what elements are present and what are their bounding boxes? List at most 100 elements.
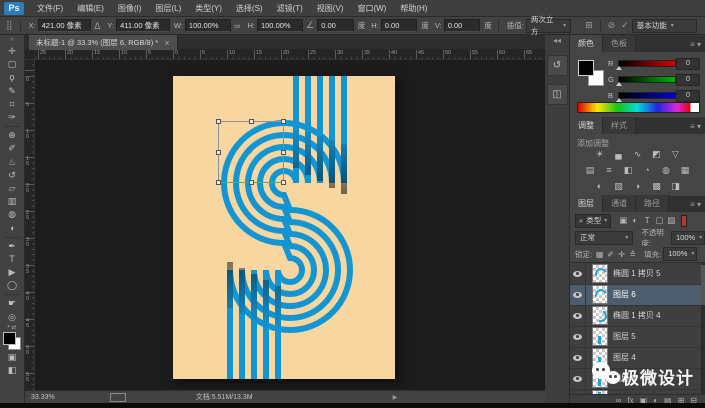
layer-row[interactable]: 椭圆 1 拷贝 5 — [570, 263, 705, 285]
vibrance-icon[interactable]: ▽ — [669, 148, 682, 160]
selective-color-icon[interactable]: ◨ — [669, 180, 682, 192]
zoom-percentage-field[interactable]: 33.33% — [31, 394, 55, 401]
menu-item[interactable]: 窗口(W) — [350, 1, 393, 16]
warp-mode-button[interactable]: ⊞ — [585, 20, 593, 31]
color-swatches[interactable] — [578, 60, 604, 86]
menu-item[interactable]: 滤镜(T) — [270, 1, 310, 16]
default-swap-colors[interactable]: ▪ ⇄ — [7, 324, 16, 331]
default-colors-icon[interactable]: ▪ — [7, 324, 9, 330]
horizontal-ruler[interactable]: 25 20 15 10 5 0 5 10 15 20 25 30 35 40 45 50 55 60 65 — [35, 50, 545, 60]
canvas-area[interactable]: + — [35, 60, 545, 390]
transform-handle-top-right[interactable] — [281, 119, 286, 124]
layer-row[interactable]: 椭圆 1 拷贝 4 — [570, 305, 705, 327]
vskew-input[interactable]: 0.00 — [443, 19, 481, 32]
channel-mixer-icon[interactable]: ◍ — [660, 164, 673, 176]
layers-scrollbar[interactable] — [701, 263, 705, 394]
menu-item[interactable]: 视图(V) — [310, 1, 351, 16]
clone-stamp-tool[interactable]: ♨ — [2, 156, 23, 169]
layer-row[interactable]: 图层 6 — [570, 284, 705, 306]
tab-inactive[interactable]: 通道 — [603, 195, 636, 212]
brush-tool[interactable]: ✐ — [2, 142, 23, 155]
tab-active[interactable]: 图层 — [570, 195, 603, 212]
menu-item[interactable]: 帮助(H) — [393, 1, 434, 16]
quick-mask-tool[interactable]: ▣ — [2, 351, 23, 364]
blend-mode-dropdown[interactable]: 正常 ▾ — [575, 230, 634, 245]
layer-visibility-cell[interactable] — [570, 263, 586, 284]
layer-name[interactable]: 图层 3 — [613, 373, 636, 384]
menu-item[interactable]: 编辑(E) — [70, 1, 111, 16]
ruler-origin-corner[interactable] — [25, 50, 35, 60]
layer-visibility-cell[interactable] — [570, 305, 586, 326]
panel-menu-icon[interactable]: ≡ ▾ — [686, 197, 705, 212]
color-spectrum-ramp[interactable] — [577, 102, 700, 113]
eye-icon[interactable] — [573, 291, 582, 298]
color-balance-icon[interactable]: ≡ — [603, 164, 616, 176]
channel-slider-track[interactable] — [618, 76, 676, 83]
transform-handle-bottom[interactable] — [248, 180, 254, 185]
history-brush-tool[interactable]: ↺ — [2, 169, 23, 182]
dodge-tool[interactable]: ◖ — [2, 221, 23, 234]
gradient-map-icon[interactable]: ▩ — [650, 180, 663, 192]
color-lookup-icon[interactable]: ▦ — [679, 164, 692, 176]
transform-handle-right[interactable] — [281, 149, 286, 155]
lock-transparency-icon[interactable]: ▦ — [594, 250, 605, 259]
lock-position-icon[interactable]: ✛ — [616, 250, 627, 259]
curves-icon[interactable]: ∿ — [631, 148, 644, 160]
tab-inactive[interactable]: 色板 — [603, 35, 636, 52]
eye-icon[interactable] — [573, 312, 582, 319]
layer-row[interactable]: 图层 4 — [570, 347, 705, 369]
tab-active[interactable]: 调整 — [570, 117, 603, 134]
marquee-tool[interactable]: ▢ — [2, 58, 23, 71]
lock-all-icon[interactable]: ≙ — [627, 250, 638, 259]
layer-thumbnail[interactable] — [592, 306, 609, 325]
menu-item[interactable]: 文件(F) — [30, 1, 70, 16]
transform-handle-bottom-left[interactable] — [216, 180, 221, 185]
filter-pixel-layers-icon[interactable]: ▣ — [617, 215, 629, 226]
cancel-transform-button[interactable]: ⊘ — [608, 20, 616, 31]
channel-slider-track[interactable] — [618, 60, 676, 67]
layer-thumbnail[interactable] — [592, 264, 609, 283]
hand-tool[interactable]: ☛ — [2, 297, 23, 310]
filter-shape-layers-icon[interactable]: ▢ — [653, 215, 665, 226]
foreground-color-swatch[interactable] — [578, 60, 594, 76]
type-tool[interactable]: T — [2, 253, 23, 266]
commit-transform-button[interactable]: ✓ — [621, 20, 629, 31]
menu-item[interactable]: 图层(L) — [148, 1, 188, 16]
swap-colors-icon[interactable]: ⇄ — [12, 324, 17, 331]
transform-reference-point[interactable]: + — [249, 148, 254, 157]
posterize-icon[interactable]: ▨ — [612, 180, 625, 192]
properties-panel-button[interactable]: ◫ — [546, 84, 568, 105]
channel-slider-knob[interactable] — [616, 82, 622, 86]
hue-saturation-icon[interactable]: ▤ — [584, 164, 597, 176]
layer-thumbnail[interactable] — [592, 285, 609, 304]
photo-filter-icon[interactable]: ◔ — [641, 164, 654, 176]
interpolation-dropdown[interactable]: 两次立方 ▾ — [525, 15, 572, 36]
gradient-tool[interactable]: ▥ — [2, 195, 23, 208]
opacity-dropdown[interactable]: 100% ▾ — [671, 230, 705, 245]
width-input[interactable]: 100.00% — [184, 19, 232, 32]
status-options-arrow[interactable]: ▶ — [393, 394, 398, 401]
layer-visibility-cell[interactable] — [570, 347, 586, 368]
transform-handle-left[interactable] — [216, 149, 221, 155]
eraser-tool[interactable]: ▱ — [2, 182, 23, 195]
tab-active[interactable]: 颜色 — [570, 35, 603, 52]
layer-name[interactable]: 椭圆 1 拷贝 5 — [613, 268, 661, 279]
layer-thumbnail[interactable] — [592, 327, 608, 346]
foreground-color-swatch[interactable] — [3, 331, 16, 345]
maintain-aspect-ratio-icon[interactable]: ∞ — [234, 21, 240, 31]
transform-handle-top-left[interactable] — [216, 119, 221, 124]
pen-tool[interactable]: ✒ — [2, 240, 23, 253]
document-artboard[interactable]: + — [173, 76, 395, 379]
layer-name[interactable]: 图层 5 — [613, 331, 636, 342]
path-selection-tool[interactable]: ▶ — [2, 266, 23, 279]
layer-name[interactable]: 椭圆 1 拷贝 4 — [613, 310, 661, 321]
layer-name[interactable]: 图层 4 — [613, 352, 636, 363]
workspace-switcher[interactable]: 基本功能 ▾ — [631, 18, 697, 33]
angle-input[interactable]: 0.00 — [317, 19, 354, 32]
channel-value-field[interactable]: 0 — [676, 74, 700, 86]
filter-smart-objects-icon[interactable]: ▧ — [665, 215, 677, 226]
filter-type-layers-icon[interactable]: T — [641, 215, 653, 226]
eyedropper-tool[interactable]: ✑ — [2, 111, 23, 124]
vertical-ruler[interactable]: 0 5 1 0 1 5 2 0 2 5 3 0 3 5 4 0 4 5 5 0 5 5 — [25, 60, 35, 390]
menu-item[interactable]: 图像(I) — [111, 1, 149, 16]
